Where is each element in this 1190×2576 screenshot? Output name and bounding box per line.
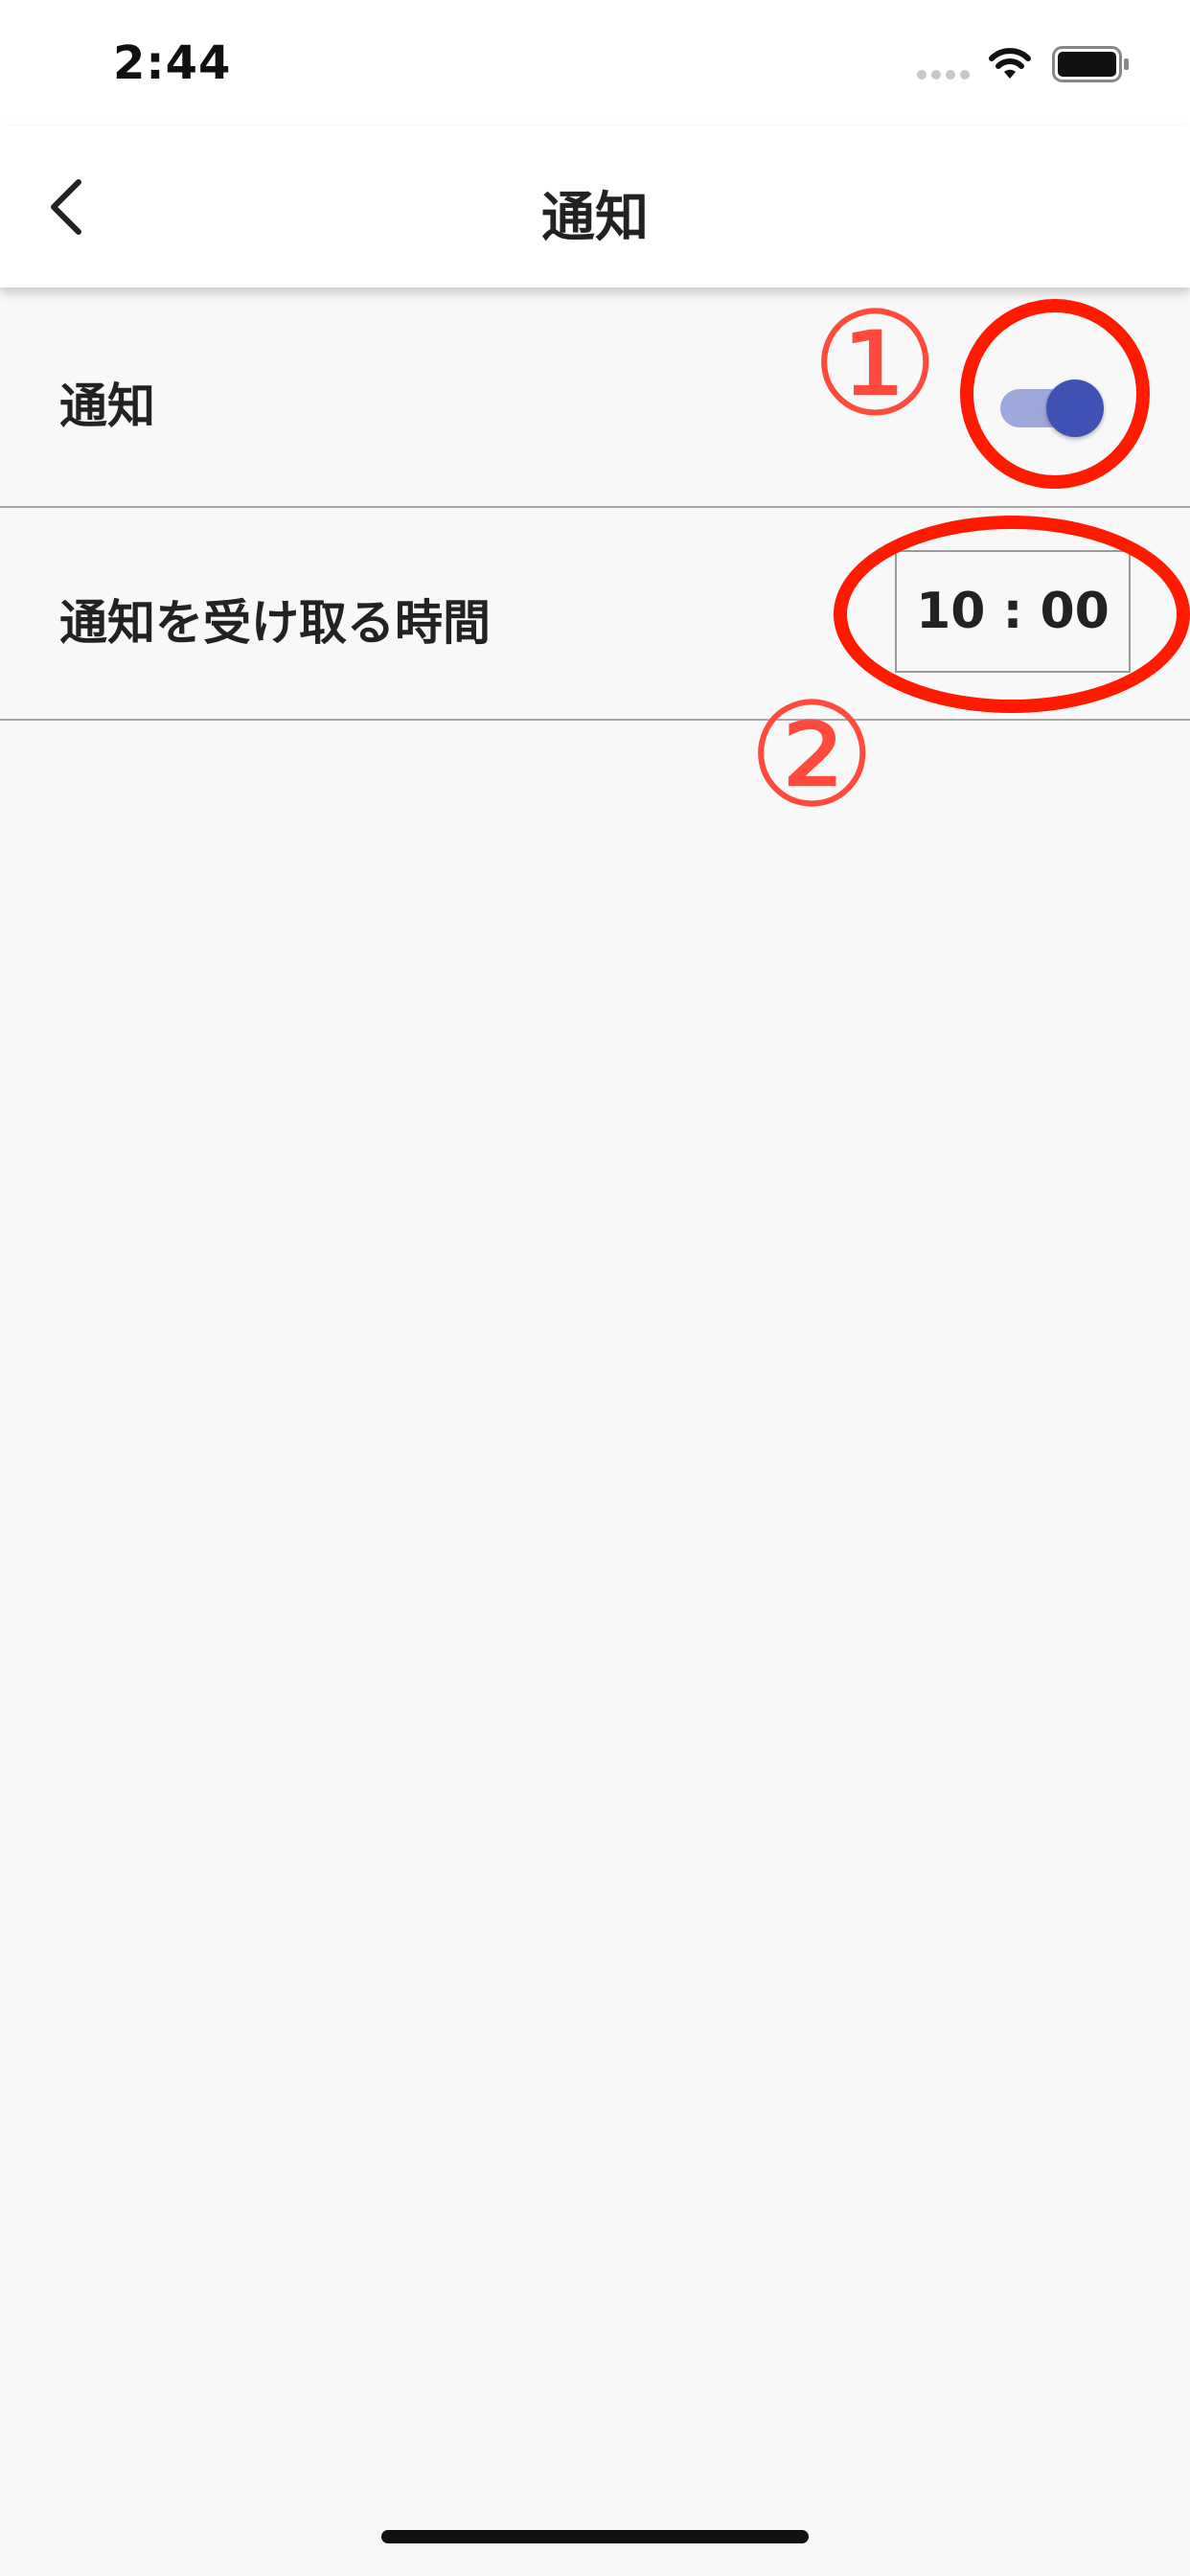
status-time: 2:44 bbox=[113, 36, 232, 90]
status-bar: 2:44 bbox=[0, 0, 1190, 126]
annotation-circle-toggle bbox=[960, 299, 1150, 489]
notification-label: 通知 bbox=[59, 379, 155, 434]
annotation-marker-1: ① bbox=[811, 282, 940, 448]
notification-time-label: 通知を受け取る時間 bbox=[59, 595, 491, 651]
home-indicator bbox=[381, 2530, 809, 2543]
annotation-marker-2: ② bbox=[747, 673, 877, 840]
battery-icon bbox=[1052, 46, 1129, 82]
signal-dots-icon bbox=[917, 70, 970, 80]
wifi-icon bbox=[989, 48, 1031, 79]
annotation-ellipse-time bbox=[834, 516, 1190, 713]
page-title: 通知 bbox=[541, 187, 649, 249]
nav-bar: 通知 bbox=[0, 126, 1190, 288]
